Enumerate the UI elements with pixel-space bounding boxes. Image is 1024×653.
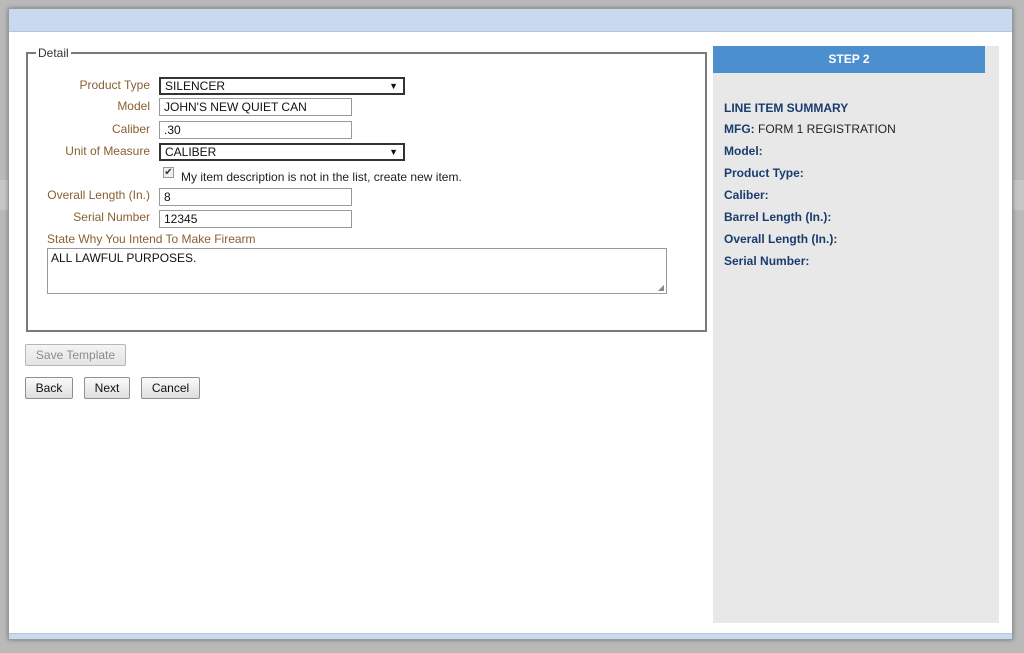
summary-serial-number-label: Serial Number: xyxy=(724,254,810,268)
new-item-checkbox[interactable]: ✔ xyxy=(163,167,174,178)
summary-barrel-length-label: Barrel Length (In.): xyxy=(724,210,832,224)
caliber-label: Caliber xyxy=(111,122,150,136)
chevron-down-icon: ▼ xyxy=(389,147,398,157)
summary-mfg-label: MFG: xyxy=(724,122,755,136)
dialog-header xyxy=(9,9,1012,32)
save-template-button[interactable]: Save Template xyxy=(25,344,126,366)
dialog-footer xyxy=(9,633,1012,639)
caliber-input[interactable]: .30 xyxy=(159,121,352,139)
summary-mfg: MFG: FORM 1 REGISTRATION xyxy=(724,122,896,136)
overall-length-label: Overall Length (In.) xyxy=(47,188,150,202)
resize-grip-icon[interactable]: ◢ xyxy=(658,283,664,292)
model-input[interactable]: JOHN'S NEW QUIET CAN xyxy=(159,98,352,116)
product-type-select[interactable]: SILENCER ▼ xyxy=(159,77,405,95)
summary-panel: STEP 2 LINE ITEM SUMMARY MFG: FORM 1 REG… xyxy=(713,46,999,623)
intent-textarea[interactable]: ALL LAWFUL PURPOSES. ◢ xyxy=(47,248,667,294)
next-button[interactable]: Next xyxy=(84,377,130,399)
new-item-checkbox-label: My item description is not in the list, … xyxy=(181,170,462,184)
back-button[interactable]: Back xyxy=(25,377,73,399)
summary-overall-length-label: Overall Length (In.): xyxy=(724,232,838,246)
product-type-label: Product Type xyxy=(79,78,151,92)
overall-length-input[interactable]: 8 xyxy=(159,188,352,206)
unit-of-measure-value: CALIBER xyxy=(165,145,217,159)
summary-mfg-value: FORM 1 REGISTRATION xyxy=(758,122,896,136)
dialog-window: Detail Product Type SILENCER ▼ Model JOH… xyxy=(8,8,1013,640)
cancel-button[interactable]: Cancel xyxy=(141,377,200,399)
summary-product-type-label: Product Type: xyxy=(724,166,804,180)
summary-model-label: Model: xyxy=(724,144,763,158)
unit-of-measure-select[interactable]: CALIBER ▼ xyxy=(159,143,405,161)
checkmark-icon: ✔ xyxy=(164,167,173,178)
model-label: Model xyxy=(117,99,150,113)
unit-of-measure-label: Unit of Measure xyxy=(65,144,150,158)
intent-text: ALL LAWFUL PURPOSES. xyxy=(51,251,197,265)
summary-title: LINE ITEM SUMMARY xyxy=(724,101,849,115)
summary-caliber-label: Caliber: xyxy=(724,188,769,202)
product-type-value: SILENCER xyxy=(165,79,226,93)
step-banner: STEP 2 xyxy=(713,46,985,73)
chevron-down-icon: ▼ xyxy=(389,81,398,91)
intent-label: State Why You Intend To Make Firearm xyxy=(47,232,256,246)
serial-number-input[interactable]: 12345 xyxy=(159,210,352,228)
detail-legend: Detail xyxy=(38,46,69,60)
serial-number-label: Serial Number xyxy=(73,210,150,224)
